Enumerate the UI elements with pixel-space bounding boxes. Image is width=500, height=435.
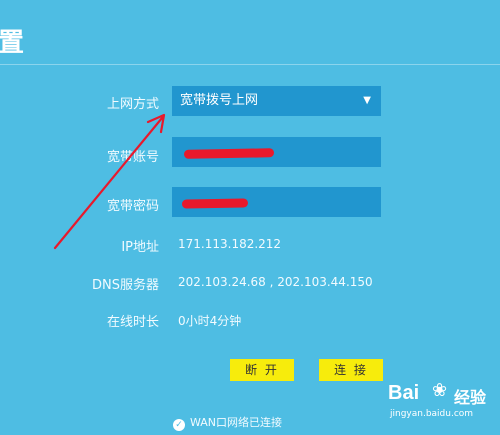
account-input[interactable] (172, 137, 381, 167)
uptime-label: 在线时长 (106, 315, 159, 330)
password-input[interactable] (172, 187, 381, 217)
divider (0, 64, 500, 65)
paw-icon: ❀ (432, 380, 448, 401)
wan-status-text: WAN口网络已连接 (190, 416, 283, 429)
connection-type-select[interactable]: 宽带拨号上网 ▼ (172, 86, 381, 116)
connection-type-label: 上网方式 (106, 97, 159, 112)
account-label: 宽带账号 (106, 150, 159, 165)
ip-label: IP地址 (121, 240, 159, 255)
watermark-cn: 经验 (454, 388, 487, 407)
connection-type-value: 宽带拨号上网 (180, 93, 259, 108)
password-label: 宽带密码 (106, 199, 159, 214)
wan-status: ✓ WAN口网络已连接 (173, 414, 282, 431)
watermark-logo: Bai (388, 382, 420, 404)
uptime-value: 0小时4分钟 (178, 314, 242, 328)
ip-value: 171.113.182.212 (178, 237, 282, 251)
connect-button[interactable]: 连 接 (319, 359, 383, 381)
check-circle-icon: ✓ (173, 419, 185, 431)
redaction-mark (183, 148, 275, 159)
dns-value: 202.103.24.68 , 202.103.44.150 (178, 275, 373, 289)
baidu-watermark: Bai ❀ 经验 jingyan.baidu.com (388, 380, 498, 430)
chevron-down-icon: ▼ (363, 95, 371, 106)
watermark-url: jingyan.baidu.com (390, 409, 474, 419)
dns-label: DNS服务器 (92, 278, 159, 293)
redaction-mark (181, 198, 249, 209)
disconnect-button[interactable]: 断 开 (230, 359, 294, 381)
page-title: 置 (0, 28, 26, 58)
